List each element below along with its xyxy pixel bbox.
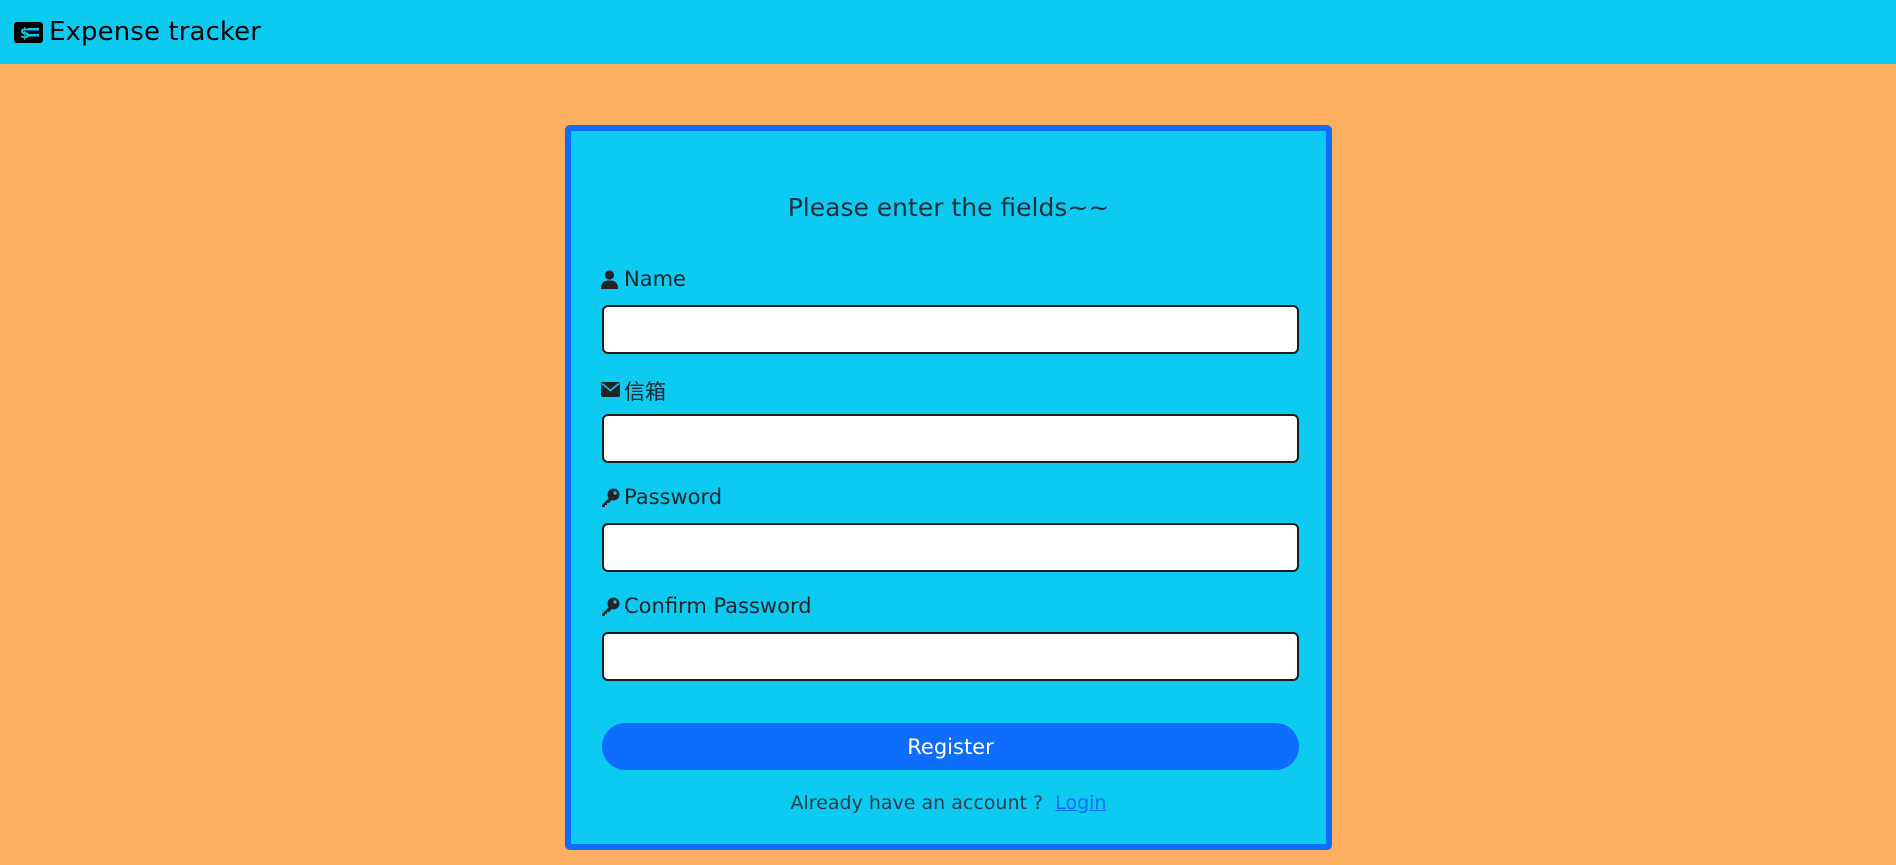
register-button[interactable]: Register — [602, 723, 1299, 770]
name-label: Name — [601, 267, 686, 291]
login-prompt-text: Already have an account ? — [790, 792, 1044, 814]
app-title: Expense tracker — [49, 17, 262, 47]
register-card: Please enter the fields~~ Name 信箱 Passwo… — [565, 125, 1332, 850]
login-link[interactable]: Login — [1055, 792, 1106, 814]
user-icon — [601, 269, 620, 289]
password-label: Password — [601, 485, 722, 509]
login-prompt: Already have an account ? Login — [571, 792, 1326, 814]
email-label: 信箱 — [601, 376, 666, 406]
form-heading: Please enter the fields~~ — [787, 193, 1110, 222]
email-input[interactable] — [602, 414, 1299, 463]
confirm-password-input[interactable] — [602, 632, 1299, 681]
confirm-password-label-text: Confirm Password — [624, 594, 812, 618]
password-input[interactable] — [602, 523, 1299, 572]
name-input[interactable] — [602, 305, 1299, 354]
money-check-dollar-icon: $ — [14, 21, 43, 43]
key-icon — [601, 597, 620, 616]
name-label-text: Name — [624, 267, 686, 291]
brand-link[interactable]: $ Expense tracker — [14, 17, 261, 47]
email-label-text: 信箱 — [624, 380, 666, 404]
envelope-icon — [601, 381, 620, 401]
key-icon — [601, 488, 620, 507]
navbar: $ Expense tracker — [0, 0, 1896, 64]
password-label-text: Password — [624, 485, 723, 509]
confirm-password-label: Confirm Password — [601, 594, 812, 618]
